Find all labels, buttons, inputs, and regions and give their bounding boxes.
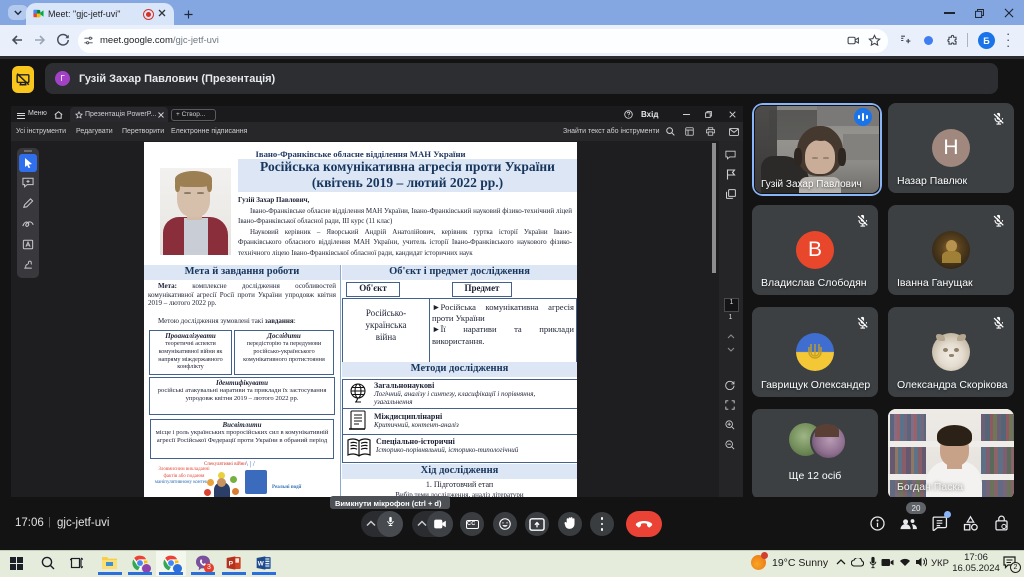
svg-text:W: W (258, 561, 264, 568)
svg-text:P: P (229, 561, 234, 568)
